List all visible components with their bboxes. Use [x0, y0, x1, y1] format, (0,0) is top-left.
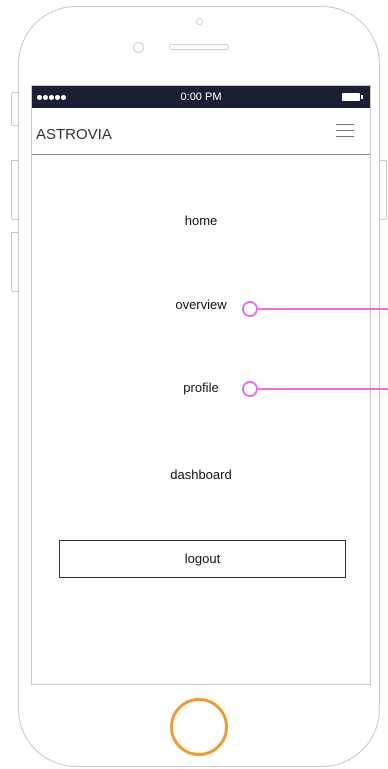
brand-title: ASTROVIA [36, 126, 112, 143]
speaker-grille [169, 44, 229, 50]
sensor-icon [196, 18, 203, 25]
annotation-marker-overview [242, 301, 258, 317]
menu-item-home[interactable]: home [32, 213, 370, 229]
annotation-line-profile [258, 388, 388, 390]
phone-screen: 0:00 PM ASTROVIA home overview profile d… [31, 85, 371, 685]
annotation-marker-profile [242, 381, 258, 397]
app-header: ASTROVIA [32, 108, 370, 155]
status-bar: 0:00 PM [32, 86, 370, 108]
menu-item-dashboard[interactable]: dashboard [32, 467, 370, 483]
power-button [379, 160, 387, 220]
annotation-line-overview [258, 308, 388, 310]
menu-item-overview[interactable]: overview [32, 297, 370, 313]
status-time: 0:00 PM [180, 91, 222, 103]
logout-button[interactable]: logout [59, 540, 346, 578]
canvas: 0:00 PM ASTROVIA home overview profile d… [0, 0, 388, 769]
home-button[interactable] [170, 698, 228, 756]
battery-icon [342, 93, 363, 101]
camera-icon [133, 42, 144, 53]
hamburger-icon[interactable] [336, 124, 354, 138]
